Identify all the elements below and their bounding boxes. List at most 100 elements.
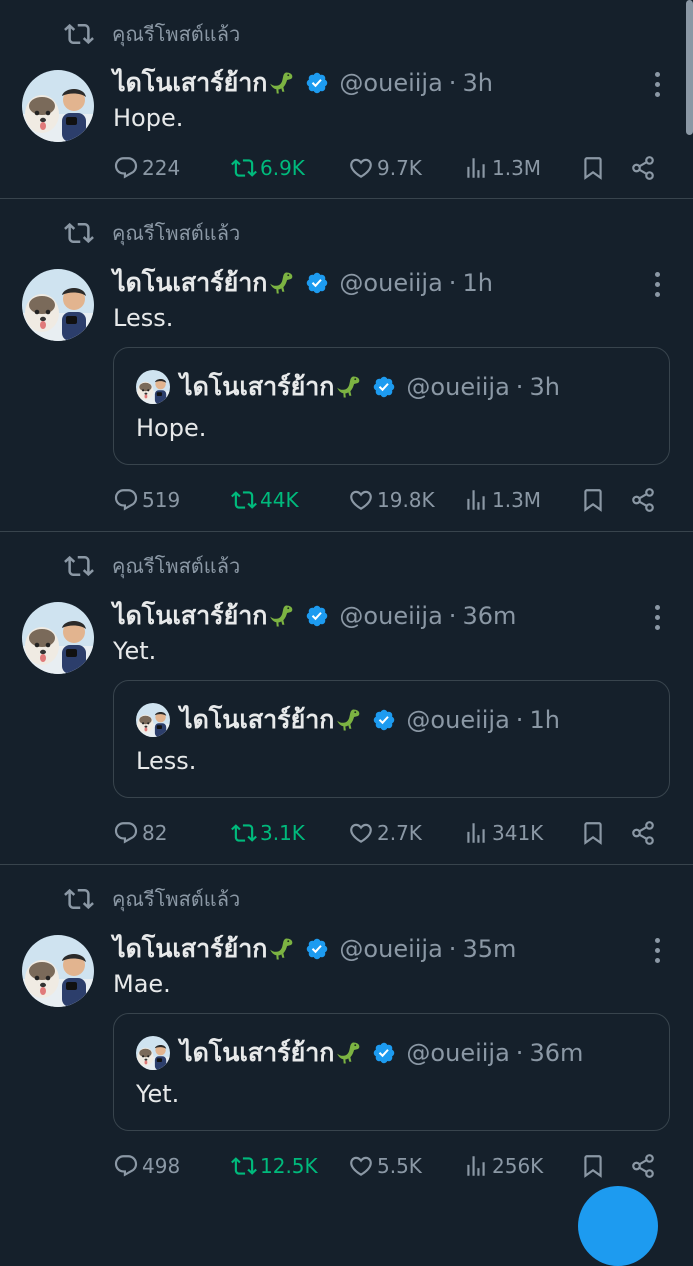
- dinosaur-emoji-icon: [336, 706, 364, 734]
- compose-fab-button[interactable]: [578, 1186, 658, 1266]
- author-handle[interactable]: @oueiija: [339, 935, 442, 963]
- dinosaur-emoji-icon: [269, 269, 297, 297]
- verified-badge-icon: [372, 708, 396, 732]
- repost-icon: [64, 551, 94, 581]
- tweet-card[interactable]: คุณรีโพสต์แล้ว ไดโนเสาร์ย้าก @oueiija · …: [0, 532, 693, 865]
- repost-icon: [64, 218, 94, 248]
- separator-dot: ·: [515, 1039, 524, 1067]
- like-button[interactable]: 5.5K: [348, 1148, 422, 1184]
- avatar[interactable]: [22, 70, 94, 142]
- repost-context: คุณรีโพสต์แล้ว: [64, 19, 240, 49]
- tweet-text: Less.: [113, 304, 174, 332]
- views-button[interactable]: 1.3M: [463, 150, 541, 186]
- quoted-tweet-header: ไดโนเสาร์ย้าก @oueiija · 36m: [136, 1036, 583, 1070]
- verified-badge-icon[interactable]: [305, 71, 329, 95]
- quoted-tweet-text: Hope.: [136, 414, 207, 442]
- like-icon: [348, 487, 374, 513]
- more-icon[interactable]: [647, 602, 667, 632]
- repost-icon: [231, 1153, 257, 1179]
- quoted-avatar: [136, 370, 170, 404]
- reply-button[interactable]: 498: [113, 1148, 180, 1184]
- author-handle[interactable]: @oueiija: [339, 269, 442, 297]
- author-handle[interactable]: @oueiija: [339, 69, 442, 97]
- repost-count: 6.9K: [260, 156, 305, 180]
- like-icon: [348, 820, 374, 846]
- like-button[interactable]: 9.7K: [348, 150, 422, 186]
- quoted-avatar: [136, 703, 170, 737]
- views-button[interactable]: 1.3M: [463, 482, 541, 518]
- more-icon[interactable]: [647, 269, 667, 299]
- verified-badge-icon[interactable]: [305, 937, 329, 961]
- views-icon: [463, 487, 489, 513]
- more-icon[interactable]: [647, 935, 667, 965]
- separator-dot: ·: [448, 269, 457, 297]
- quoted-tweet[interactable]: ไดโนเสาร์ย้าก @oueiija · 1h Less.: [113, 680, 670, 798]
- repost-context: คุณรีโพสต์แล้ว: [64, 884, 240, 914]
- tweet-header: ไดโนเสาร์ย้าก @oueiija · 36m: [113, 599, 653, 633]
- tweet-text: Yet.: [113, 637, 157, 665]
- bookmark-button[interactable]: [580, 815, 609, 851]
- repost-count: 44K: [260, 488, 299, 512]
- dinosaur-emoji-icon: [269, 935, 297, 963]
- verified-badge-icon[interactable]: [305, 604, 329, 628]
- reply-button[interactable]: 224: [113, 150, 180, 186]
- bookmark-icon: [580, 820, 606, 846]
- more-icon[interactable]: [647, 69, 667, 99]
- quoted-tweet-header: ไดโนเสาร์ย้าก @oueiija · 1h: [136, 703, 560, 737]
- quoted-tweet[interactable]: ไดโนเสาร์ย้าก @oueiija · 3h Hope.: [113, 347, 670, 465]
- bookmark-button[interactable]: [580, 150, 609, 186]
- repost-icon: [231, 487, 257, 513]
- quoted-author-name: ไดโนเสาร์ย้าก: [180, 1038, 335, 1067]
- reply-count: 498: [142, 1154, 181, 1178]
- author-name[interactable]: ไดโนเสาร์ย้าก: [113, 596, 267, 636]
- timestamp[interactable]: 35m: [462, 935, 516, 963]
- avatar[interactable]: [22, 602, 94, 674]
- author-handle[interactable]: @oueiija: [339, 602, 442, 630]
- timestamp[interactable]: 36m: [462, 602, 516, 630]
- avatar[interactable]: [22, 935, 94, 1007]
- quoted-timestamp: 3h: [529, 373, 560, 401]
- views-button[interactable]: 256K: [463, 1148, 543, 1184]
- share-button[interactable]: [630, 482, 659, 518]
- quoted-author-handle: @oueiija: [406, 1039, 510, 1067]
- separator-dot: ·: [448, 69, 457, 97]
- reply-button[interactable]: 82: [113, 815, 167, 851]
- like-icon: [348, 1153, 374, 1179]
- share-button[interactable]: [630, 1148, 659, 1184]
- bookmark-button[interactable]: [580, 1148, 609, 1184]
- views-icon: [463, 820, 489, 846]
- timestamp[interactable]: 3h: [462, 69, 492, 97]
- repost-button[interactable]: 3.1K: [231, 815, 305, 851]
- tweet-card[interactable]: คุณรีโพสต์แล้ว ไดโนเสาร์ย้าก @oueiija · …: [0, 0, 693, 199]
- repost-button[interactable]: 12.5K: [231, 1148, 318, 1184]
- reply-count: 224: [142, 156, 181, 180]
- tweet-card[interactable]: คุณรีโพสต์แล้ว ไดโนเสาร์ย้าก @oueiija · …: [0, 865, 693, 1200]
- author-name[interactable]: ไดโนเสาร์ย้าก: [113, 929, 267, 969]
- repost-icon: [64, 19, 94, 49]
- views-icon: [463, 1153, 489, 1179]
- quoted-tweet-header: ไดโนเสาร์ย้าก @oueiija · 3h: [136, 370, 560, 404]
- repost-count: 3.1K: [260, 821, 305, 845]
- bookmark-button[interactable]: [580, 482, 609, 518]
- share-button[interactable]: [630, 150, 659, 186]
- author-name[interactable]: ไดโนเสาร์ย้าก: [113, 263, 267, 303]
- verified-badge-icon[interactable]: [305, 271, 329, 295]
- tweet-card[interactable]: คุณรีโพสต์แล้ว ไดโนเสาร์ย้าก @oueiija · …: [0, 199, 693, 532]
- reply-button[interactable]: 519: [113, 482, 180, 518]
- quoted-tweet[interactable]: ไดโนเสาร์ย้าก @oueiija · 36m Yet.: [113, 1013, 670, 1131]
- like-button[interactable]: 2.7K: [348, 815, 422, 851]
- author-name[interactable]: ไดโนเสาร์ย้าก: [113, 63, 267, 103]
- reply-icon: [113, 820, 139, 846]
- views-count: 1.3M: [492, 156, 542, 180]
- share-button[interactable]: [630, 815, 659, 851]
- repost-button[interactable]: 6.9K: [231, 150, 305, 186]
- repost-button[interactable]: 44K: [231, 482, 299, 518]
- bookmark-icon: [580, 487, 606, 513]
- dinosaur-emoji-icon: [269, 602, 297, 630]
- views-button[interactable]: 341K: [463, 815, 543, 851]
- action-bar: 498 12.5K 5.5K 256K: [113, 1148, 673, 1184]
- like-count: 2.7K: [377, 821, 422, 845]
- like-button[interactable]: 19.8K: [348, 482, 435, 518]
- avatar[interactable]: [22, 269, 94, 341]
- timestamp[interactable]: 1h: [462, 269, 492, 297]
